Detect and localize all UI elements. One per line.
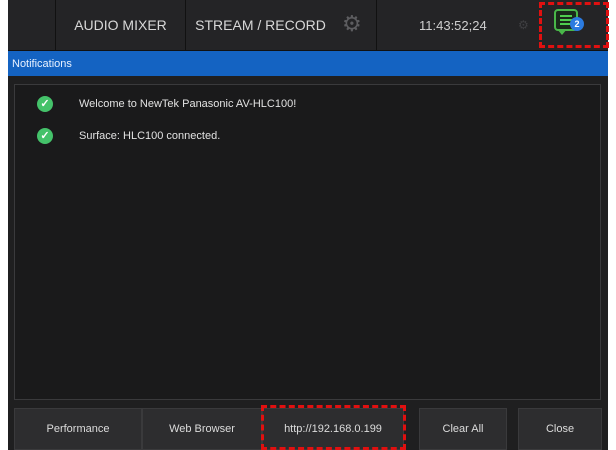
notifications-button[interactable]: 2 [548, 6, 592, 44]
audio-mixer-tab[interactable]: AUDIO MIXER [55, 0, 185, 50]
panel-title: Notifications [12, 57, 72, 70]
app-frame: AUDIO MIXER STREAM / RECORD ⚙ 11:43:52;2… [8, 0, 608, 450]
web-browser-button[interactable]: Web Browser [142, 408, 262, 450]
url-link[interactable]: http://192.168.0.199 [262, 408, 404, 450]
notification-text: Welcome to NewTek Panasonic AV-HLC100! [79, 98, 297, 110]
stream-record-tab[interactable]: STREAM / RECORD [185, 0, 335, 50]
check-icon: ✓ [37, 128, 53, 144]
notification-text: Surface: HLC100 connected. [79, 130, 221, 142]
message-icon-tail [557, 29, 567, 35]
notifications-list: ✓ Welcome to NewTek Panasonic AV-HLC100!… [14, 84, 601, 400]
toolbar-divider [376, 0, 377, 50]
performance-button[interactable]: Performance [14, 408, 142, 450]
notification-count-badge: 2 [570, 17, 584, 31]
settings-small-icon[interactable]: ⚙ [518, 18, 529, 32]
clear-all-button[interactable]: Clear All [419, 408, 507, 450]
notifications-header: Notifications [8, 51, 608, 76]
gear-icon[interactable]: ⚙ [342, 13, 362, 35]
list-item: ✓ Welcome to NewTek Panasonic AV-HLC100! [15, 93, 600, 115]
check-icon: ✓ [37, 96, 53, 112]
close-button[interactable]: Close [518, 408, 602, 450]
timecode-display: 11:43:52;24 [419, 17, 487, 33]
top-toolbar: AUDIO MIXER STREAM / RECORD ⚙ 11:43:52;2… [8, 0, 608, 51]
footer-bar: Performance Web Browser http://192.168.0… [8, 408, 608, 450]
list-item: ✓ Surface: HLC100 connected. [15, 125, 600, 147]
